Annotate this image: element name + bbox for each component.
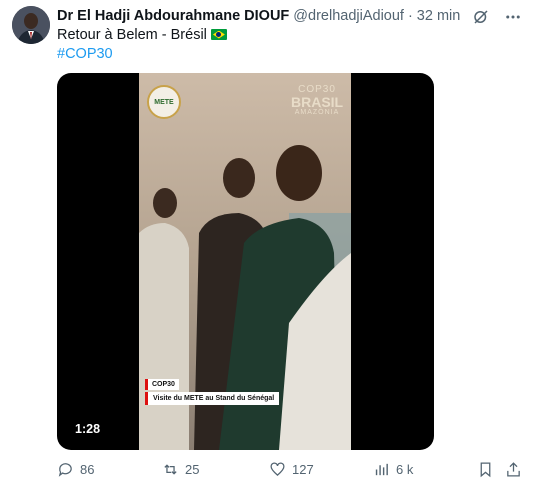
video-player[interactable]: METE COP30 BRASIL AMAZÔNIA COP30 Visite …	[57, 73, 434, 450]
mete-logo: METE	[147, 85, 181, 119]
views-button[interactable]: 6 k	[373, 461, 413, 478]
cop30-logo-line3: AMAZÔNIA	[294, 109, 340, 116]
caption-tag: COP30	[145, 379, 179, 390]
video-duration: 1:28	[69, 420, 107, 438]
bookmark-icon	[480, 462, 491, 478]
repost-icon	[164, 464, 177, 475]
author-handle[interactable]: @drelhadjiAdiouf	[293, 8, 404, 24]
hashtag-link[interactable]: #COP30	[57, 45, 227, 64]
timestamp[interactable]: 32 min	[417, 8, 461, 24]
share-button[interactable]	[505, 461, 522, 478]
video-caption: COP30 Visite du METE au Stand du Sénégal	[145, 373, 280, 405]
tweet-body: Retour à Belem - Brésil #COP30	[57, 26, 227, 64]
avatar-image	[12, 6, 50, 44]
author-name[interactable]: Dr El Hadji Abdourahmane DIOUF	[57, 8, 289, 24]
reply-button[interactable]: 86	[57, 461, 94, 478]
separator-dot: ·	[407, 8, 413, 24]
tweet-top-actions	[470, 6, 524, 28]
tweet-actions: 86 25 127 6 k	[57, 461, 524, 481]
repost-button[interactable]: 25	[162, 461, 199, 478]
share-icon	[507, 462, 520, 477]
brazil-flag-icon	[210, 29, 227, 40]
reply-icon	[58, 463, 72, 477]
more-options-icon[interactable]	[502, 6, 524, 28]
bookmark-button[interactable]	[477, 461, 494, 478]
cop30-logo-line2: BRASIL	[291, 94, 344, 110]
repost-count: 25	[185, 462, 200, 477]
cop30-logo: COP30 BRASIL AMAZÔNIA	[291, 85, 344, 117]
tweet-header: Dr El Hadji Abdourahmane DIOUF @drelhadj…	[57, 6, 460, 26]
like-count: 127	[292, 462, 314, 477]
tweet-text: Retour à Belem - Brésil	[57, 27, 207, 43]
like-button[interactable]: 127	[269, 461, 314, 478]
caption-text: Visite du METE au Stand du Sénégal	[145, 392, 280, 405]
heart-icon	[270, 462, 285, 477]
reply-count: 86	[80, 462, 95, 477]
avatar[interactable]	[12, 6, 50, 44]
views-chart-icon	[375, 463, 388, 476]
grok-icon[interactable]	[470, 6, 492, 28]
views-count: 6 k	[396, 462, 414, 477]
video-frame[interactable]: METE COP30 BRASIL AMAZÔNIA COP30 Visite …	[139, 73, 351, 450]
